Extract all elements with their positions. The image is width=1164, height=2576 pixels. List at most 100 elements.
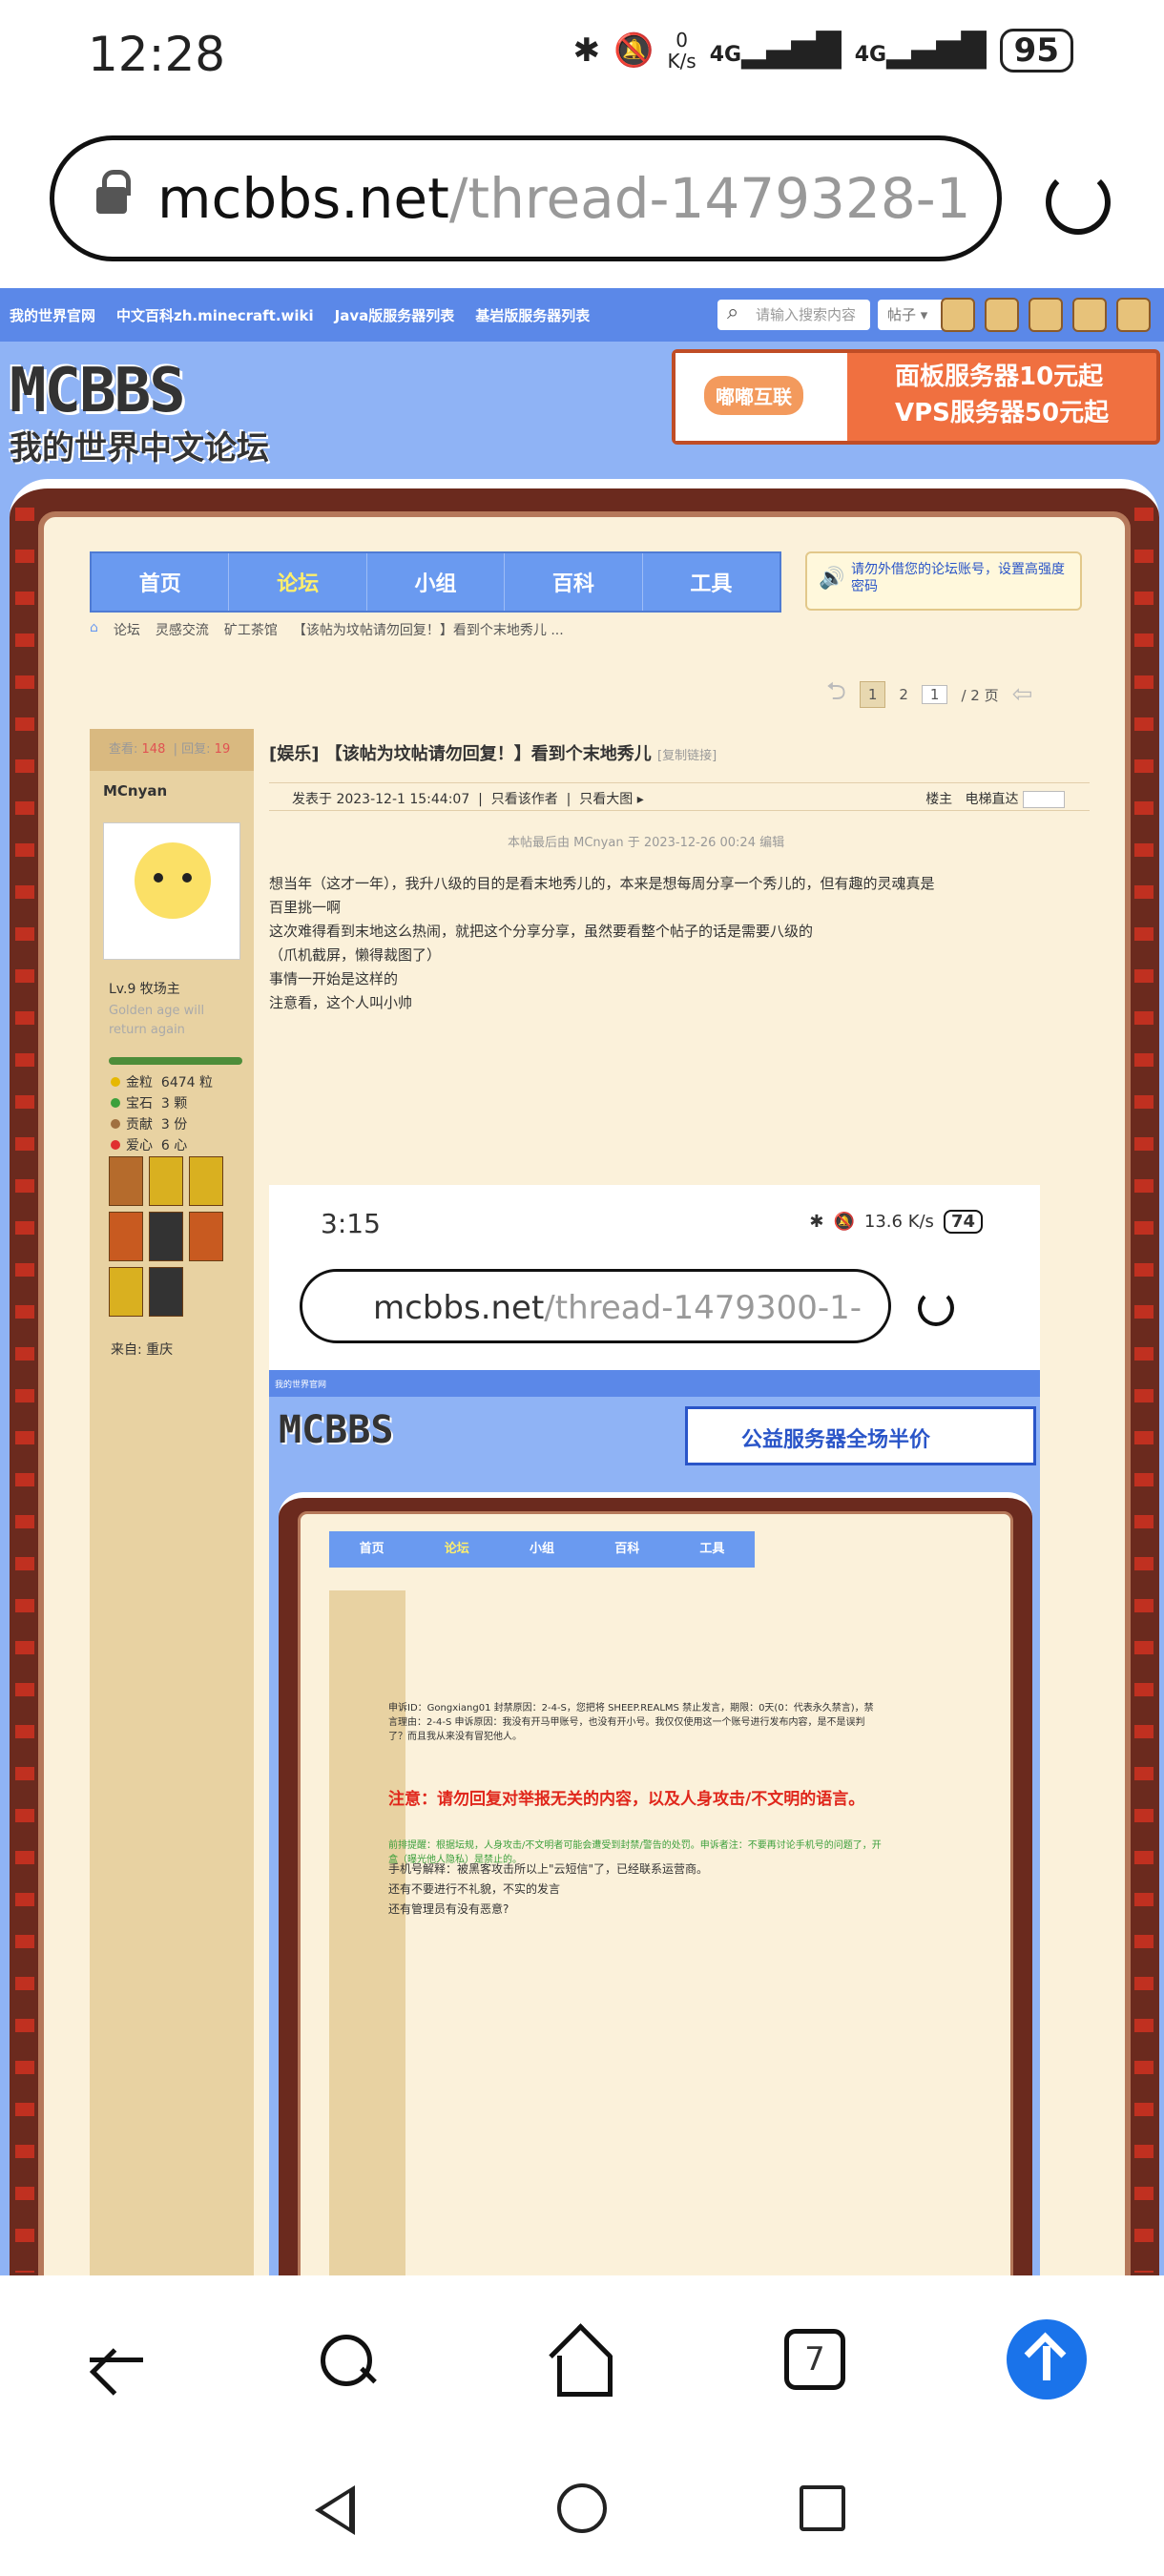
heart-icon xyxy=(111,1140,120,1150)
author-location: 来自: 重庆 xyxy=(111,1342,174,1358)
lock-icon xyxy=(96,170,131,214)
experience-bar xyxy=(109,1057,242,1065)
nav-forum[interactable]: 论坛 xyxy=(229,553,367,611)
thread-stats: 查看: 148 | 回复: 19 xyxy=(90,729,254,771)
search-icon[interactable] xyxy=(315,2329,376,2390)
bluetooth-icon: ✱ xyxy=(809,1212,824,1232)
view-big-image-link[interactable]: 只看大图 xyxy=(579,792,633,807)
author-level: Lv.9 牧场主 xyxy=(109,982,180,997)
page-input[interactable]: 1 xyxy=(921,685,948,704)
medal-icon[interactable] xyxy=(109,1212,143,1261)
post-body: 想当年（这才一年），我升八级的目的是看末地秀儿的，本来是想每周分享一个秀儿的，但… xyxy=(269,875,935,1011)
next-page-icon[interactable]: ⇦ xyxy=(1012,680,1033,709)
system-home-icon[interactable] xyxy=(557,2483,607,2533)
nav-tools[interactable]: 工具 xyxy=(643,553,779,611)
net-speed: 0 K/s xyxy=(667,29,696,73)
status-bar: 12:28 ✱ 🔕 0 K/s 4G▂▄▆█ 4G▂▄▆█ 95 xyxy=(0,0,1164,114)
url-text[interactable]: mcbbs.net/thread-1479328-1- xyxy=(157,166,968,231)
breadcrumb: ⌂ 论坛 灵感交流 矿工茶馆 【该帖为坟帖请勿回复！】看到个末地秀儿 ... xyxy=(90,620,564,639)
top-link-bedrock-servers[interactable]: 基岩版服务器列表 xyxy=(475,305,590,325)
right-decoration xyxy=(1134,508,1154,2273)
top-link-java-servers[interactable]: Java版服务器列表 xyxy=(335,305,455,325)
nav-wiki[interactable]: 百科 xyxy=(505,553,643,611)
tabs-button[interactable]: 7 xyxy=(784,2329,845,2390)
site-banner: MCBBS 我的世界中文论坛 嘟嘟互联 面板服务器10元起 VPS服务器50元起 xyxy=(0,342,1164,485)
breadcrumb-thread[interactable]: 【该帖为坟帖请勿回复！】看到个末地秀儿 ... xyxy=(293,620,564,639)
ad-badge: 嘟嘟互联 xyxy=(704,376,803,415)
top-link-official[interactable]: 我的世界官网 xyxy=(10,305,95,325)
gold-icon xyxy=(111,1077,120,1087)
address-bar[interactable]: mcbbs.net/thread-1479328-1- xyxy=(50,135,1002,261)
posted-at: 发表于 2023-12-1 15:44:07 xyxy=(292,792,470,807)
elevator-label: 电梯直达 xyxy=(965,792,1019,807)
floor-label: 楼主 xyxy=(925,792,953,807)
bluetooth-icon: ✱ xyxy=(572,31,601,70)
author-sidebar: 查看: 148 | 回复: 19 MCnyan Lv.9 牧场主 Golden … xyxy=(90,729,254,2275)
system-nav xyxy=(0,2438,1164,2576)
nav-groups[interactable]: 小组 xyxy=(367,553,506,611)
avatar[interactable] xyxy=(103,822,240,960)
content-frame: 首页 论坛 小组 百科 工具 🔊 请勿外借您的论坛账号，设置高强度密码 ⌂ 论坛… xyxy=(10,479,1159,2275)
left-decoration xyxy=(15,508,34,2273)
speaker-icon: 🔊 xyxy=(819,567,845,591)
breadcrumb-forum[interactable]: 论坛 xyxy=(114,620,140,639)
author-stats: 金粒 6474 粒 宝石 3 颗 贡献 3 份 爱心 6 心 xyxy=(111,1072,213,1156)
site-search-input[interactable]: 请输入搜索内容 xyxy=(717,298,870,330)
cookie-icon[interactable] xyxy=(1116,298,1151,332)
post-meta: 发表于 2023-12-1 15:44:07 | 只看该作者 | 只看大图 ▸ … xyxy=(269,782,1090,811)
home-icon[interactable] xyxy=(548,2329,613,2397)
site-search: 请输入搜索内容 帖子 ▾ xyxy=(717,298,945,330)
ad-text: 面板服务器10元起 VPS服务器50元起 xyxy=(895,363,1110,427)
medal-list xyxy=(109,1156,223,1317)
author-motto: Golden age will return again xyxy=(109,1004,205,1037)
search-scope-select[interactable]: 帖子 ▾ xyxy=(878,300,945,330)
nav-home[interactable]: 首页 xyxy=(92,553,230,611)
medal-icon[interactable] xyxy=(149,1212,183,1261)
toolbar-icons xyxy=(941,298,1151,332)
medal-icon[interactable] xyxy=(189,1156,223,1206)
status-icons: ✱ 🔕 0 K/s 4G▂▄▆█ 4G▂▄▆█ 95 xyxy=(573,29,1073,73)
medal-icon[interactable] xyxy=(149,1267,183,1317)
page-total: / 2 页 xyxy=(961,686,999,704)
return-icon[interactable]: ⮌ xyxy=(826,674,846,716)
system-back-icon[interactable] xyxy=(315,2485,355,2535)
system-recents-icon[interactable] xyxy=(800,2485,845,2531)
avatar[interactable] xyxy=(941,298,975,332)
medal-icon[interactable] xyxy=(149,1156,183,1206)
breadcrumb-inspiration[interactable]: 灵感交流 xyxy=(156,620,209,639)
reload-icon[interactable] xyxy=(1046,170,1111,235)
signal-1-icon: 4G▂▄▆█ xyxy=(709,31,842,70)
page-2[interactable]: 2 xyxy=(899,686,908,703)
mute-icon: 🔕 xyxy=(613,31,655,70)
author-name[interactable]: MCnyan xyxy=(90,771,254,800)
edit-notice: 本帖最后由 MCnyan 于 2023-12-26 00:24 编辑 xyxy=(508,836,785,850)
embedded-screenshot[interactable]: 3:15 ✱ 🔕 13.6 K/s 74 mcbbs.net/thread-14… xyxy=(269,1185,1040,2275)
browser-bottom-nav: 7 xyxy=(0,2275,1164,2438)
status-time: 12:28 xyxy=(88,27,226,82)
gem-icon xyxy=(111,1098,120,1108)
medal-icon[interactable] xyxy=(109,1267,143,1317)
message-icon[interactable] xyxy=(985,298,1019,332)
site-top-nav: 我的世界官网 中文百科zh.minecraft.wiki Java版服务器列表 … xyxy=(0,288,1164,342)
only-author-link[interactable]: 只看该作者 xyxy=(491,792,558,807)
contribution-icon xyxy=(111,1119,120,1129)
thread-title: [娱乐] 【该帖为坟帖请勿回复！】看到个末地秀儿 [复制链接] xyxy=(269,744,717,764)
top-link-wiki[interactable]: 中文百科zh.minecraft.wiki xyxy=(116,305,314,325)
breadcrumb-tavern[interactable]: 矿工茶馆 xyxy=(224,620,278,639)
back-icon[interactable] xyxy=(82,2329,143,2390)
elevator-input[interactable] xyxy=(1023,791,1065,808)
reload-icon xyxy=(918,1290,954,1326)
notification-icon[interactable] xyxy=(1072,298,1107,332)
security-notice[interactable]: 🔊 请勿外借您的论坛账号，设置高强度密码 xyxy=(805,551,1082,611)
page-current[interactable]: 1 xyxy=(859,681,886,708)
site-logo[interactable]: MCBBS 我的世界中文论坛 xyxy=(10,361,277,467)
scroll-up-icon[interactable] xyxy=(1007,2319,1087,2399)
pagination: ⮌ 1 2 1 / 2 页 ⇦ xyxy=(826,674,1032,716)
battery-indicator: 95 xyxy=(999,29,1073,73)
ad-banner[interactable]: 嘟嘟互联 面板服务器10元起 VPS服务器50元起 xyxy=(672,349,1160,445)
home-icon[interactable]: ⌂ xyxy=(90,620,98,639)
box-icon[interactable] xyxy=(1029,298,1063,332)
medal-icon[interactable] xyxy=(189,1212,223,1261)
copy-link[interactable]: [复制链接] xyxy=(657,749,717,763)
medal-icon[interactable] xyxy=(109,1156,143,1206)
